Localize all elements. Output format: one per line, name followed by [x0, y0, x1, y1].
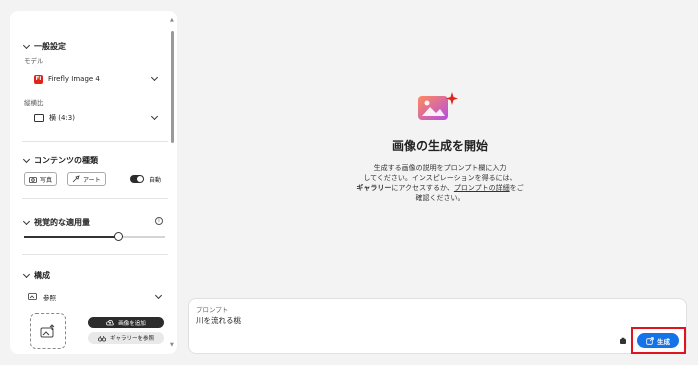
chevron-down-icon: [22, 270, 31, 278]
visual-intensity-header[interactable]: 視覚的な適用量: [22, 217, 90, 228]
settings-content: 一般設定 モデル Fi Firefly Image 4 縦横比 横 (4:3) …: [10, 11, 170, 354]
model-label: モデル: [24, 57, 44, 65]
general-settings-header[interactable]: 一般設定: [22, 41, 66, 52]
general-settings-title: 一般設定: [34, 42, 66, 51]
desc-line: 生成する画像の説明をプロンプト欄に入力: [373, 164, 507, 172]
divider: [22, 254, 168, 255]
divider: [22, 141, 168, 142]
model-select[interactable]: Fi Firefly Image 4: [24, 69, 165, 89]
add-image-label: 画像を追加: [118, 320, 146, 327]
chevron-down-icon: [150, 73, 159, 82]
composition-title: 構成: [34, 271, 50, 280]
info-icon[interactable]: i: [155, 217, 163, 225]
upload-image-icon: [40, 324, 55, 338]
prompt-box[interactable]: プロンプト 川を流れる桃: [188, 298, 687, 354]
firefly-logo-icon: Fi: [34, 74, 43, 84]
prompt-input[interactable]: 川を流れる桃: [196, 315, 241, 326]
camera-icon: [29, 176, 37, 183]
generate-label: 生成: [657, 337, 670, 346]
gallery-link[interactable]: ギャラリー: [356, 184, 391, 192]
scroll-up-icon[interactable]: ▲: [170, 17, 174, 23]
composition-header[interactable]: 構成: [22, 270, 50, 281]
auto-label: 自動: [149, 177, 162, 184]
app-root: 一般設定 モデル Fi Firefly Image 4 縦横比 横 (4:3) …: [0, 0, 698, 365]
upload-image-dropzone[interactable]: [30, 313, 66, 349]
desc-text: をご: [509, 184, 524, 192]
open-external-icon: [646, 336, 654, 345]
generate-button[interactable]: 生成: [637, 333, 679, 348]
photo-chip-label: 写真: [40, 176, 53, 184]
binoculars-icon: [97, 335, 106, 341]
empty-state-description: 生成する画像の説明をプロンプト欄に入力 してください。インスピレーションを得るに…: [335, 163, 545, 203]
browse-gallery-button[interactable]: ギャラリーを参照: [88, 332, 164, 344]
chevron-down-icon: [22, 217, 31, 225]
desc-line: 確認ください。: [415, 194, 465, 202]
slider-fill: [24, 236, 119, 238]
chevron-down-icon: [150, 112, 159, 121]
desc-text: にアクセスするか、: [391, 184, 454, 192]
divider: [22, 198, 168, 199]
reference-image-icon: [28, 293, 37, 300]
chevron-down-icon: [22, 155, 31, 163]
slider-thumb[interactable]: [113, 232, 123, 241]
auto-toggle[interactable]: [130, 175, 144, 183]
browse-gallery-label: ギャラリーを参照: [109, 336, 154, 342]
image-generate-icon: [418, 92, 458, 120]
aspect-ratio-label: 縦横比: [24, 99, 44, 107]
visual-intensity-slider[interactable]: [24, 232, 165, 241]
content-type-title: コンテンツの種類: [34, 156, 98, 165]
desc-line: ギャラリーにアクセスするか、プロンプトの詳細をご: [335, 183, 545, 193]
settings-panel: 一般設定 モデル Fi Firefly Image 4 縦横比 横 (4:3) …: [10, 11, 177, 354]
cloud-upload-icon: [106, 320, 114, 326]
chevron-down-icon: [22, 41, 31, 49]
art-chip-label: アート: [83, 176, 101, 184]
add-image-button[interactable]: 画像を追加: [88, 317, 164, 328]
chevron-down-icon: [154, 291, 163, 300]
empty-state-title: 画像の生成を開始: [391, 139, 488, 153]
reference-select[interactable]: 参照: [24, 288, 165, 306]
visual-intensity-title: 視覚的な適用量: [34, 218, 90, 227]
scroll-down-icon[interactable]: ▼: [170, 342, 174, 348]
desc-line: してください。インスピレーションを得るには、: [363, 174, 517, 182]
aspect-ratio-value: 横 (4:3): [49, 114, 75, 122]
brush-icon: [72, 175, 80, 183]
sidebar-scrollbar[interactable]: ▲ ▼: [170, 17, 175, 348]
content-type-header[interactable]: コンテンツの種類: [22, 155, 98, 166]
prompt-options-icon[interactable]: [619, 337, 627, 345]
aspect-ratio-icon: [34, 114, 44, 122]
scroll-thumb[interactable]: [171, 31, 174, 143]
reference-label: 参照: [43, 294, 56, 302]
model-value: Firefly Image 4: [48, 75, 100, 83]
photo-chip[interactable]: 写真: [24, 172, 58, 186]
aspect-ratio-select[interactable]: 横 (4:3): [24, 108, 165, 128]
prompt-details-link[interactable]: プロンプトの詳細: [454, 184, 510, 192]
art-chip[interactable]: アート: [67, 172, 106, 186]
prompt-label: プロンプト: [196, 306, 229, 314]
